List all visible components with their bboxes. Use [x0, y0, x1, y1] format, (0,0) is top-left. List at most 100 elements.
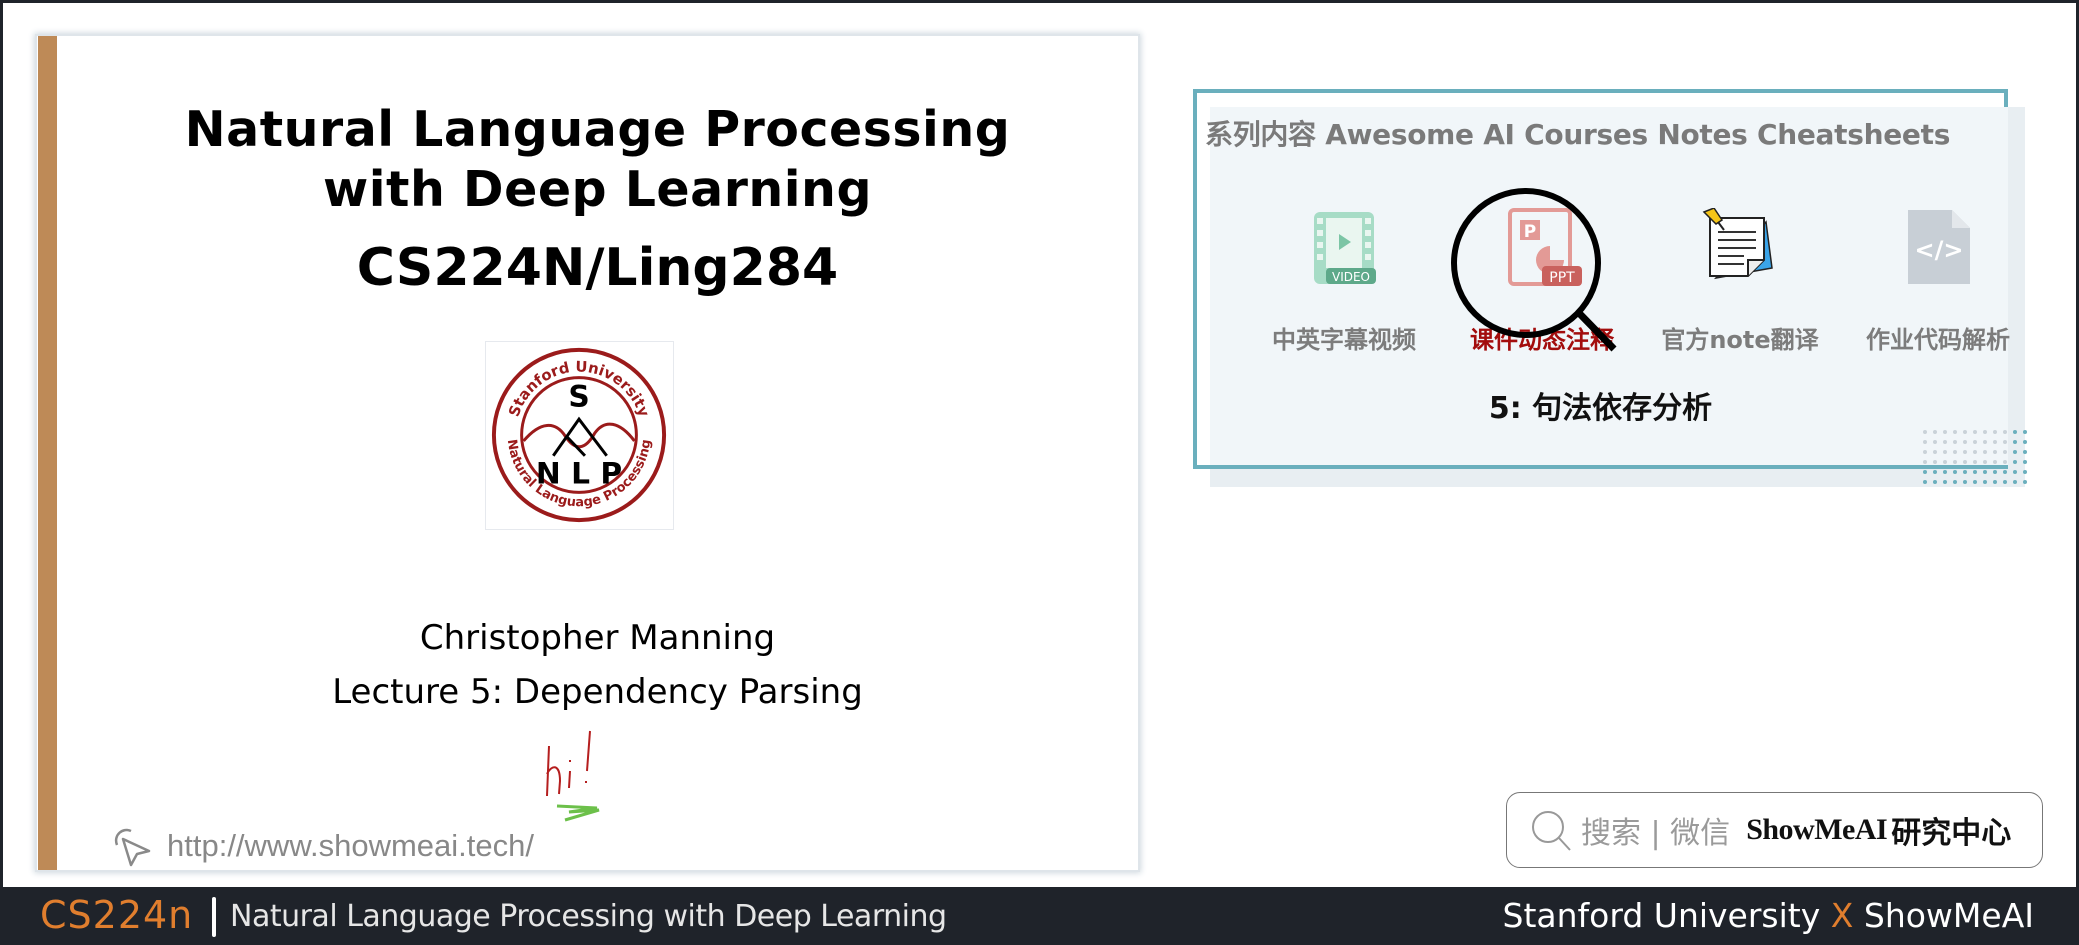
decorative-dot [2023, 480, 2027, 484]
decorative-dot [1923, 480, 1927, 484]
showmeai-link[interactable]: http://www.showmeai.tech/ [109, 821, 534, 871]
decorative-dot [1953, 450, 1957, 454]
decorative-dot [1953, 440, 1957, 444]
decorative-dot [1973, 450, 1977, 454]
decorative-dot [2013, 430, 2017, 434]
handwritten-hi-annotation [546, 730, 600, 822]
decorative-dot [1983, 440, 1987, 444]
decorative-dot [1923, 460, 1927, 464]
decorative-dot [1993, 480, 1997, 484]
decorative-dot [2023, 450, 2027, 454]
decorative-dot [1993, 450, 1997, 454]
slide-title-line-2: with Deep Learning [322, 161, 873, 218]
decorative-dot [1993, 430, 1997, 434]
series-item-ppt[interactable]: P PPT 课件动态注释 [1447, 208, 1637, 355]
series-card-subtitle: 5: 句法依存分析 [1488, 391, 1713, 426]
decorative-dot [1943, 480, 1947, 484]
decorative-dot [1963, 450, 1967, 454]
decorative-dot [1943, 460, 1947, 464]
decorative-dot [1923, 450, 1927, 454]
decorative-dot [2003, 440, 2007, 444]
decorative-dot [2003, 480, 2007, 484]
decorative-dot [2013, 460, 2017, 464]
video-badge: VIDEO [1332, 270, 1370, 284]
decorative-dot [1943, 440, 1947, 444]
partner-separator: X [1830, 896, 1854, 935]
screen-canvas: Natural Language Processing with Deep Le… [3, 3, 2076, 887]
decorative-dot [2013, 440, 2017, 444]
decorative-dot [1933, 440, 1937, 444]
decorative-dot [1993, 440, 1997, 444]
partner-stanford: Stanford University [1502, 896, 1821, 935]
decorative-dot [1983, 480, 1987, 484]
decorative-dot [1943, 470, 1947, 474]
decorative-dot [1953, 430, 1957, 434]
decorative-dot [1963, 470, 1967, 474]
decorative-dot [1983, 470, 1987, 474]
search-brand: ShowMeAI [1746, 813, 1888, 846]
footer-divider [212, 897, 216, 937]
decorative-dot [1983, 430, 1987, 434]
slide-accent-bar [38, 36, 57, 870]
decorative-dot [1993, 460, 1997, 464]
decorative-dot [1963, 460, 1967, 464]
decorative-dot [1933, 480, 1937, 484]
decorative-dot [1933, 450, 1937, 454]
series-item-label: 官方note翻译 [1661, 326, 1819, 354]
video-icon: VIDEO [1314, 212, 1376, 284]
stanford-nlp-logo-icon: Stanford University Natural Language Pro… [491, 347, 667, 523]
stanford-nlp-logo: Stanford University Natural Language Pro… [485, 341, 674, 530]
decorative-dot [1933, 460, 1937, 464]
decorative-dot [1933, 470, 1937, 474]
decorative-dot [2023, 460, 2027, 464]
decorative-dot-grid [1923, 430, 2027, 484]
decorative-dot [1923, 430, 1927, 434]
decorative-dot [1993, 470, 1997, 474]
decorative-dot [1963, 480, 1967, 484]
decorative-dot [1973, 440, 1977, 444]
series-content-card: 系列内容 Awesome AI Courses Notes Cheatsheet… [1193, 89, 2010, 469]
decorative-dot [2013, 450, 2017, 454]
slide-author: Christopher Manning [419, 618, 776, 658]
logo-letter-s: S [568, 378, 589, 413]
note-icon [1702, 207, 1773, 280]
code-badge: </> [1915, 236, 1964, 264]
decorative-dot [1983, 450, 1987, 454]
slide-lecture-title: Lecture 5: Dependency Parsing [332, 672, 863, 712]
wechat-search-box[interactable]: 搜索 | 微信 ShowMeAI 研究中心 [1506, 792, 2043, 868]
series-item-note[interactable]: 官方note翻译 [1645, 207, 1835, 355]
series-item-code[interactable]: </> 作业代码解析 [1843, 208, 2033, 355]
decorative-dot [1973, 480, 1977, 484]
footer-course-code: CS224n [40, 893, 194, 937]
decorative-dot [2023, 430, 2027, 434]
slide-title-line-1: Natural Language Processing [184, 101, 1011, 158]
decorative-dot [2003, 430, 2007, 434]
decorative-dot [2013, 470, 2017, 474]
search-brand-suffix: 研究中心 [1891, 816, 2012, 851]
ppt-badge: PPT [1549, 270, 1575, 286]
course-code: CS224N/Ling284 [356, 238, 839, 298]
footer-course-title: Natural Language Processing with Deep Le… [230, 899, 947, 934]
svg-text:P: P [1524, 222, 1536, 242]
decorative-dot [2013, 480, 2017, 484]
decorative-dot [1943, 430, 1947, 434]
decorative-dot [2003, 460, 2007, 464]
decorative-dot [2003, 450, 2007, 454]
cursor-click-icon [114, 828, 151, 867]
series-item-label: 中英字幕视频 [1272, 326, 1416, 354]
series-item-label: 课件动态注释 [1470, 326, 1614, 354]
decorative-dot [1963, 440, 1967, 444]
logo-letters-nlp: N L P [536, 455, 622, 490]
footer-bar: CS224n Natural Language Processing with … [0, 887, 2079, 945]
series-item-label: 作业代码解析 [1866, 326, 2010, 354]
lecture-slide: Natural Language Processing with Deep Le… [37, 36, 1138, 870]
partner-showmeai: ShowMeAI [1863, 896, 2034, 935]
decorative-dot [1983, 460, 1987, 464]
decorative-dot [1943, 450, 1947, 454]
search-label: 搜索 | 微信 [1581, 816, 1731, 851]
footer-partners: Stanford University X ShowMeAI [1503, 896, 2034, 935]
decorative-dot [1953, 460, 1957, 464]
url-text[interactable]: http://www.showmeai.tech/ [167, 828, 534, 864]
series-item-video[interactable]: VIDEO 中英字幕视频 [1249, 208, 1439, 355]
decorative-dot [2003, 470, 2007, 474]
